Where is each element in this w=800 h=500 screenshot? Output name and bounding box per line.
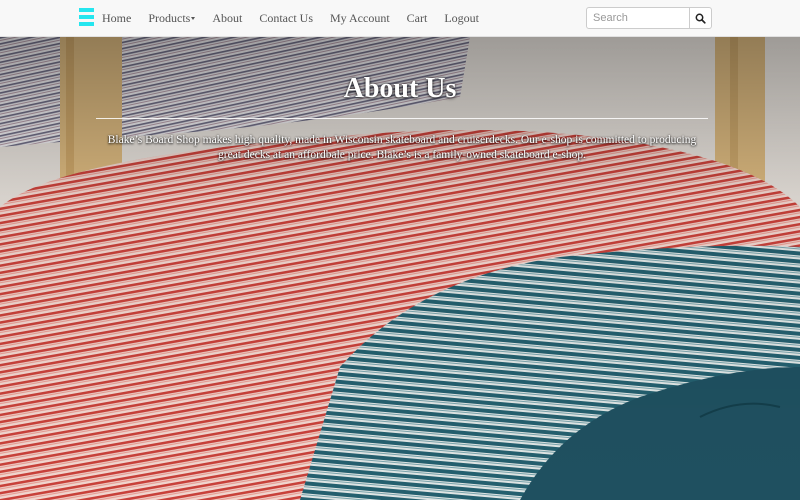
about-description: Blake’s Board Shop makes high quality, m…	[107, 134, 697, 161]
search-button[interactable]	[690, 7, 712, 29]
nav-contact-link[interactable]: Contact Us	[259, 11, 313, 26]
nav-products-label: Products	[148, 10, 191, 25]
stacked-skateboard-decks-photo	[0, 37, 800, 500]
page-title: About Us	[343, 73, 457, 104]
nav-logout-link[interactable]: Logout	[444, 11, 479, 26]
about-hero: About Us Blake’s Board Shop makes high q…	[0, 37, 800, 500]
caret-down-icon	[191, 17, 196, 20]
nav-my-account-link[interactable]: My Account	[330, 11, 390, 26]
search-form	[586, 7, 712, 29]
nav-menu: Home Products About Contact Us My Accoun…	[102, 0, 496, 36]
top-navbar: Home Products About Contact Us My Accoun…	[0, 0, 800, 37]
nav-cart-link[interactable]: Cart	[407, 11, 428, 26]
nav-about-link[interactable]: About	[212, 11, 242, 26]
search-input[interactable]	[586, 7, 690, 29]
nav-products-dropdown[interactable]: Products	[148, 10, 196, 26]
title-divider	[96, 118, 708, 119]
hamburger-logo-icon[interactable]	[79, 8, 94, 26]
search-icon	[695, 13, 706, 24]
nav-home-link[interactable]: Home	[102, 11, 131, 26]
